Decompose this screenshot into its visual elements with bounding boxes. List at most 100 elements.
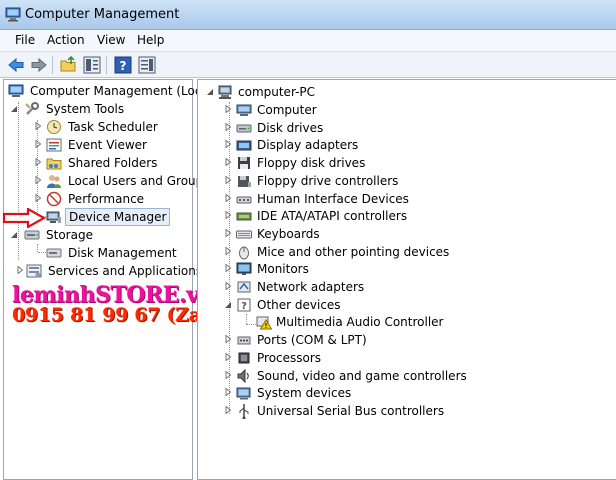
collapsed-arrow-icon[interactable] <box>16 266 24 274</box>
tree-label: Storage <box>46 228 93 242</box>
storage-icon <box>24 230 40 240</box>
device-category-processors[interactable]: Processors <box>224 349 554 367</box>
device-category-ide-ata-atapi-controllers[interactable]: IDE ATA/ATAPI controllers <box>224 207 554 225</box>
tree-node-computer-management[interactable]: Computer Management (Local <box>8 82 212 100</box>
collapsed-arrow-icon[interactable] <box>224 246 232 255</box>
device-tree-pane[interactable]: computer-PC Computer Disk drives Display a… <box>197 79 616 480</box>
collapsed-arrow-icon[interactable] <box>224 388 232 397</box>
collapsed-arrow-icon[interactable] <box>224 122 232 131</box>
speaker-icon <box>237 368 249 383</box>
collapsed-arrow-icon[interactable] <box>224 282 232 290</box>
collapsed-arrow-icon[interactable] <box>224 211 232 220</box>
red-arrow-annotation-icon <box>2 208 46 228</box>
device-category-keyboards[interactable]: Keyboards <box>224 225 554 243</box>
collapsed-arrow-icon[interactable] <box>34 176 42 184</box>
title-bar[interactable]: Computer Management <box>0 0 616 30</box>
device-category-ports-com-lpt[interactable]: Ports (COM & LPT) <box>224 331 554 349</box>
collapsed-arrow-icon[interactable] <box>224 352 232 361</box>
show-action-pane-icon[interactable] <box>138 56 156 74</box>
display-adapter-icon <box>236 140 252 151</box>
tree-node-storage[interactable]: Storage <box>10 226 170 244</box>
collapsed-arrow-icon[interactable] <box>224 158 232 167</box>
device-category-display-adapters[interactable]: Display adapters <box>224 136 554 154</box>
disk-drive-icon <box>236 124 252 133</box>
ide-controller-icon <box>236 212 252 221</box>
device-category-floppy-disk-drives[interactable]: Floppy disk drives <box>224 154 554 172</box>
tree-label: Shared Folders <box>68 156 158 170</box>
device-category-other-devices[interactable]: ? Other devices <box>224 296 554 314</box>
computer-management-icon <box>8 84 24 97</box>
menu-action[interactable]: Action <box>45 33 87 47</box>
mouse-icon <box>239 246 249 260</box>
collapsed-arrow-icon[interactable] <box>224 264 232 273</box>
collapsed-arrow-icon[interactable] <box>34 194 42 202</box>
collapsed-arrow-icon[interactable] <box>34 140 42 148</box>
collapsed-arrow-icon[interactable] <box>224 405 232 414</box>
device-category-computer[interactable]: Computer <box>224 101 554 119</box>
tree-label: Display adapters <box>257 138 359 153</box>
tree-label: System devices <box>257 386 352 401</box>
device-category-monitors[interactable]: Monitors <box>224 260 554 278</box>
collapsed-arrow-icon[interactable] <box>224 175 232 184</box>
tree-label: Event Viewer <box>68 138 147 152</box>
back-arrow-icon[interactable] <box>7 56 25 74</box>
collapsed-arrow-icon[interactable] <box>224 193 232 202</box>
monitor-icon <box>236 262 252 276</box>
floppy-disk-icon <box>238 157 250 170</box>
menu-help[interactable]: Help <box>135 33 166 47</box>
device-category-sound-video-game-controllers[interactable]: Sound, video and game controllers <box>224 367 554 385</box>
tree-node-services-applications[interactable]: Services and Applications <box>16 262 202 280</box>
device-category-mice-pointing-devices[interactable]: Mice and other pointing devices <box>224 243 554 261</box>
up-folder-icon[interactable] <box>59 56 77 74</box>
tree-node-performance[interactable]: Performance <box>34 190 194 208</box>
help-icon[interactable]: ? <box>114 56 132 74</box>
device-category-usb-controllers[interactable]: Universal Serial Bus controllers <box>224 402 554 420</box>
collapsed-arrow-icon[interactable] <box>34 122 42 130</box>
expanded-arrow-icon[interactable] <box>10 105 18 113</box>
tree-label: Disk Management <box>68 246 177 260</box>
computer-icon <box>218 85 232 99</box>
tree-label: Mice and other pointing devices <box>257 244 450 259</box>
tree-line <box>246 314 247 324</box>
tree-node-event-viewer[interactable]: Event Viewer <box>34 136 194 154</box>
device-category-multimedia-audio-controller[interactable]: Multimedia Audio Controller <box>256 313 586 331</box>
expanded-arrow-icon[interactable] <box>224 301 232 309</box>
collapsed-arrow-icon[interactable] <box>224 335 232 344</box>
expanded-arrow-icon[interactable] <box>206 88 214 96</box>
tree-node-task-scheduler[interactable]: Task Scheduler <box>34 118 194 136</box>
menu-file[interactable]: File <box>13 33 37 47</box>
collapsed-arrow-icon[interactable] <box>224 105 232 113</box>
device-category-disk-drives[interactable]: Disk drives <box>224 119 554 137</box>
device-category-human-interface-devices[interactable]: Human Interface Devices <box>224 190 554 208</box>
tree-node-disk-management[interactable]: Disk Management <box>46 244 186 262</box>
clock-icon <box>47 120 61 134</box>
users-icon <box>47 175 61 188</box>
menu-view[interactable]: View <box>95 33 127 47</box>
toolbar-separator <box>52 56 53 74</box>
collapsed-arrow-icon[interactable] <box>34 158 42 166</box>
expanded-arrow-icon[interactable] <box>10 231 18 239</box>
tree-node-local-users-groups[interactable]: Local Users and Groups <box>34 172 210 190</box>
tree-label: Network adapters <box>257 280 365 294</box>
device-category-system-devices[interactable]: System devices <box>224 384 554 402</box>
device-category-floppy-drive-controllers[interactable]: Floppy drive controllers <box>224 172 554 190</box>
network-adapter-icon <box>237 281 251 293</box>
tree-label: Human Interface Devices <box>257 191 409 206</box>
floppy-controller-icon <box>238 175 251 187</box>
tree-node-shared-folders[interactable]: Shared Folders <box>34 154 194 172</box>
navigation-tree-pane[interactable]: Computer Management (Local System Tools … <box>3 79 212 480</box>
tree-node-system-tools[interactable]: System Tools <box>10 100 190 118</box>
collapsed-arrow-icon[interactable] <box>224 370 232 379</box>
tree-label: Local Users and Groups <box>68 174 210 188</box>
collapsed-arrow-icon[interactable] <box>224 228 232 237</box>
tree-node-device-manager[interactable]: Device Manager <box>46 208 171 226</box>
unknown-device-icon: ? <box>237 298 251 312</box>
show-hide-tree-icon[interactable] <box>83 56 101 74</box>
forward-arrow-icon[interactable] <box>30 56 48 74</box>
tree-label: Services and Applications <box>48 264 203 278</box>
device-category-network-adapters[interactable]: Network adapters <box>224 278 554 296</box>
device-tree-root[interactable]: computer-PC <box>206 83 406 101</box>
performance-icon <box>46 191 62 207</box>
computer-icon <box>236 104 252 116</box>
collapsed-arrow-icon[interactable] <box>224 140 232 149</box>
